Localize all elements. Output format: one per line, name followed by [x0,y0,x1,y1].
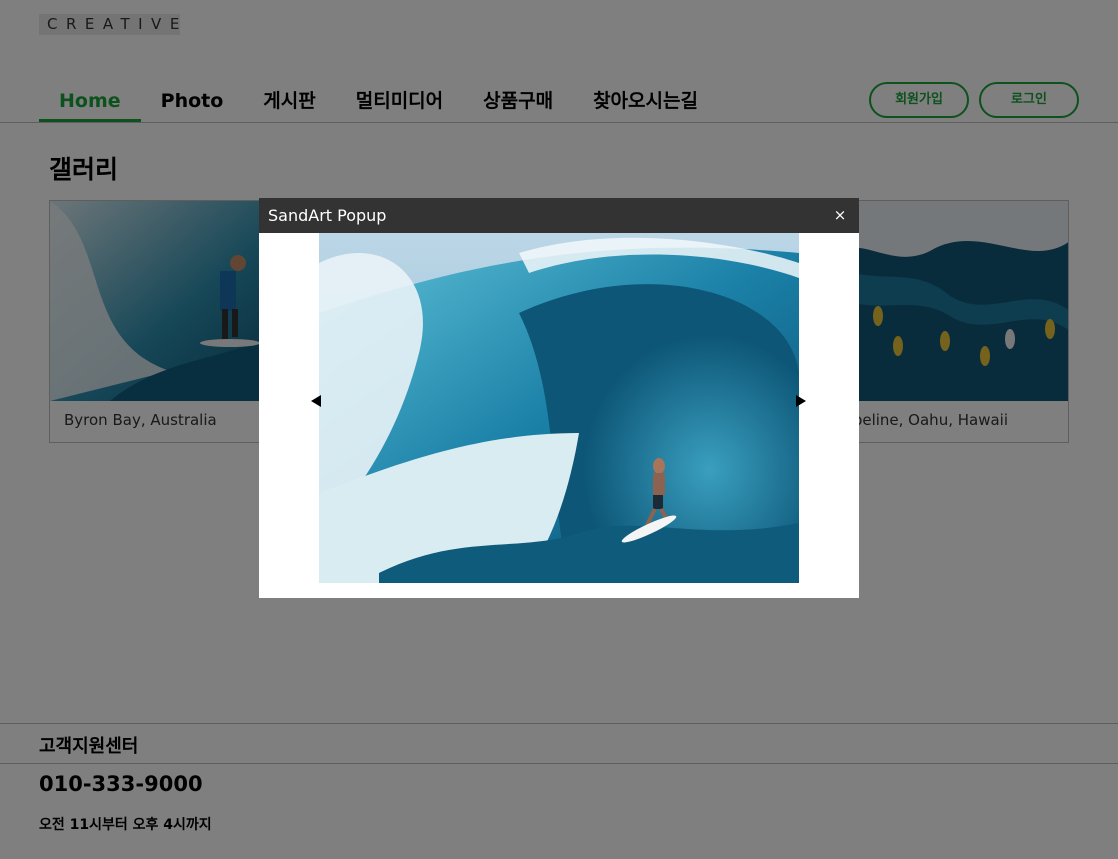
close-icon[interactable]: × [831,206,849,224]
popup-header: SandArt Popup × [259,198,859,233]
arrow-right-icon[interactable] [796,395,806,407]
image-popup: SandArt Popup × [259,198,859,598]
page: CREATIVE Home Photo 게시판 멀티미디어 상품구매 찾아오시는… [0,0,1118,859]
popup-title: SandArt Popup [268,206,387,225]
popup-image [319,233,799,583]
arrow-left-icon[interactable] [311,395,321,407]
